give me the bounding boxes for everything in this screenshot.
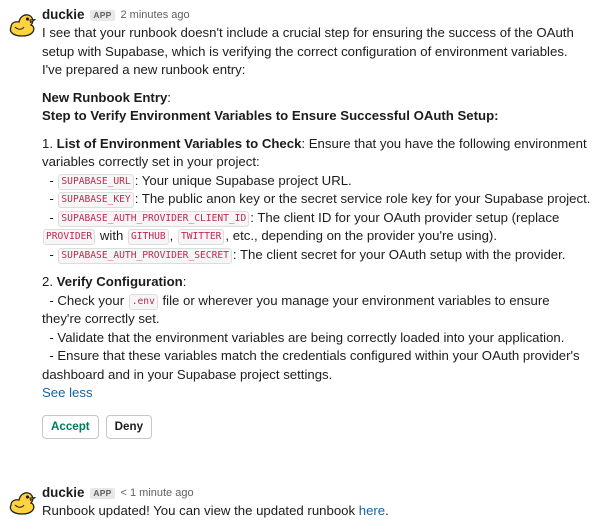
verify-item-match: - Ensure that these variables match the … xyxy=(42,348,580,382)
entry-heading: New Runbook Entry: xyxy=(42,89,591,108)
message-body: duckie APP 2 minutes ago I see that your… xyxy=(42,6,591,439)
section-2-title: Verify Configuration xyxy=(56,274,183,289)
section-2: 2. Verify Configuration: xyxy=(42,274,187,289)
duck-avatar-icon[interactable] xyxy=(5,6,37,38)
see-less-link[interactable]: See less xyxy=(42,385,93,400)
code-env-file: .env xyxy=(128,293,158,310)
deny-button[interactable]: Deny xyxy=(105,414,153,439)
env-item-key: - SUPABASE_KEY: The public anon key or t… xyxy=(49,191,591,208)
message-header: duckie APP < 1 minute ago xyxy=(42,484,591,502)
env-item-secret: - SUPABASE_AUTH_PROVIDER_SECRET: The cli… xyxy=(49,246,566,264)
runbook-link[interactable]: here xyxy=(359,503,385,518)
action-buttons: Accept Deny xyxy=(42,414,591,439)
section-1-number: 1. xyxy=(42,135,57,151)
app-badge: APP xyxy=(90,487,115,499)
code-client-id: SUPABASE_AUTH_PROVIDER_CLIENT_ID xyxy=(58,210,250,227)
code-supabase-url: SUPABASE_URL xyxy=(58,173,134,190)
message-header: duckie APP 2 minutes ago xyxy=(42,6,591,24)
username[interactable]: duckie xyxy=(42,484,84,503)
section-1: 1. List of Environment Variables to Chec… xyxy=(42,135,591,172)
update-text: Runbook updated! You can view the update… xyxy=(42,503,389,518)
verify-item-env-file: - Check your .env file or wherever you m… xyxy=(42,292,550,327)
intro-text: I see that your runbook doesn't include … xyxy=(42,25,574,77)
section-2-number: 2. xyxy=(42,274,57,289)
username[interactable]: duckie xyxy=(42,6,84,25)
env-item-url: - SUPABASE_URL: Your unique Supabase pro… xyxy=(49,172,352,190)
message-body: duckie APP < 1 minute ago Runbook update… xyxy=(42,484,591,521)
step-title: Step to Verify Environment Variables to … xyxy=(42,108,499,123)
code-github: GITHUB xyxy=(128,229,169,245)
code-twitter: TWITTER xyxy=(177,229,225,245)
section-1-title: List of Environment Variables to Check xyxy=(56,135,302,151)
env-item-client-id: - SUPABASE_AUTH_PROVIDER_CLIENT_ID: The … xyxy=(42,209,591,246)
accept-button[interactable]: Accept xyxy=(42,414,99,439)
entry-colon: : xyxy=(167,89,171,105)
verify-item-loaded: - Validate that the environment variable… xyxy=(49,329,565,345)
code-provider-secret: SUPABASE_AUTH_PROVIDER_SECRET xyxy=(58,247,232,264)
entry-label: New Runbook Entry xyxy=(42,89,168,105)
timestamp[interactable]: < 1 minute ago xyxy=(121,484,194,503)
timestamp[interactable]: 2 minutes ago xyxy=(121,6,190,25)
duck-avatar-icon[interactable] xyxy=(5,484,37,516)
code-supabase-key: SUPABASE_KEY xyxy=(58,192,134,208)
code-provider: PROVIDER xyxy=(43,229,96,245)
app-badge: APP xyxy=(90,9,115,21)
